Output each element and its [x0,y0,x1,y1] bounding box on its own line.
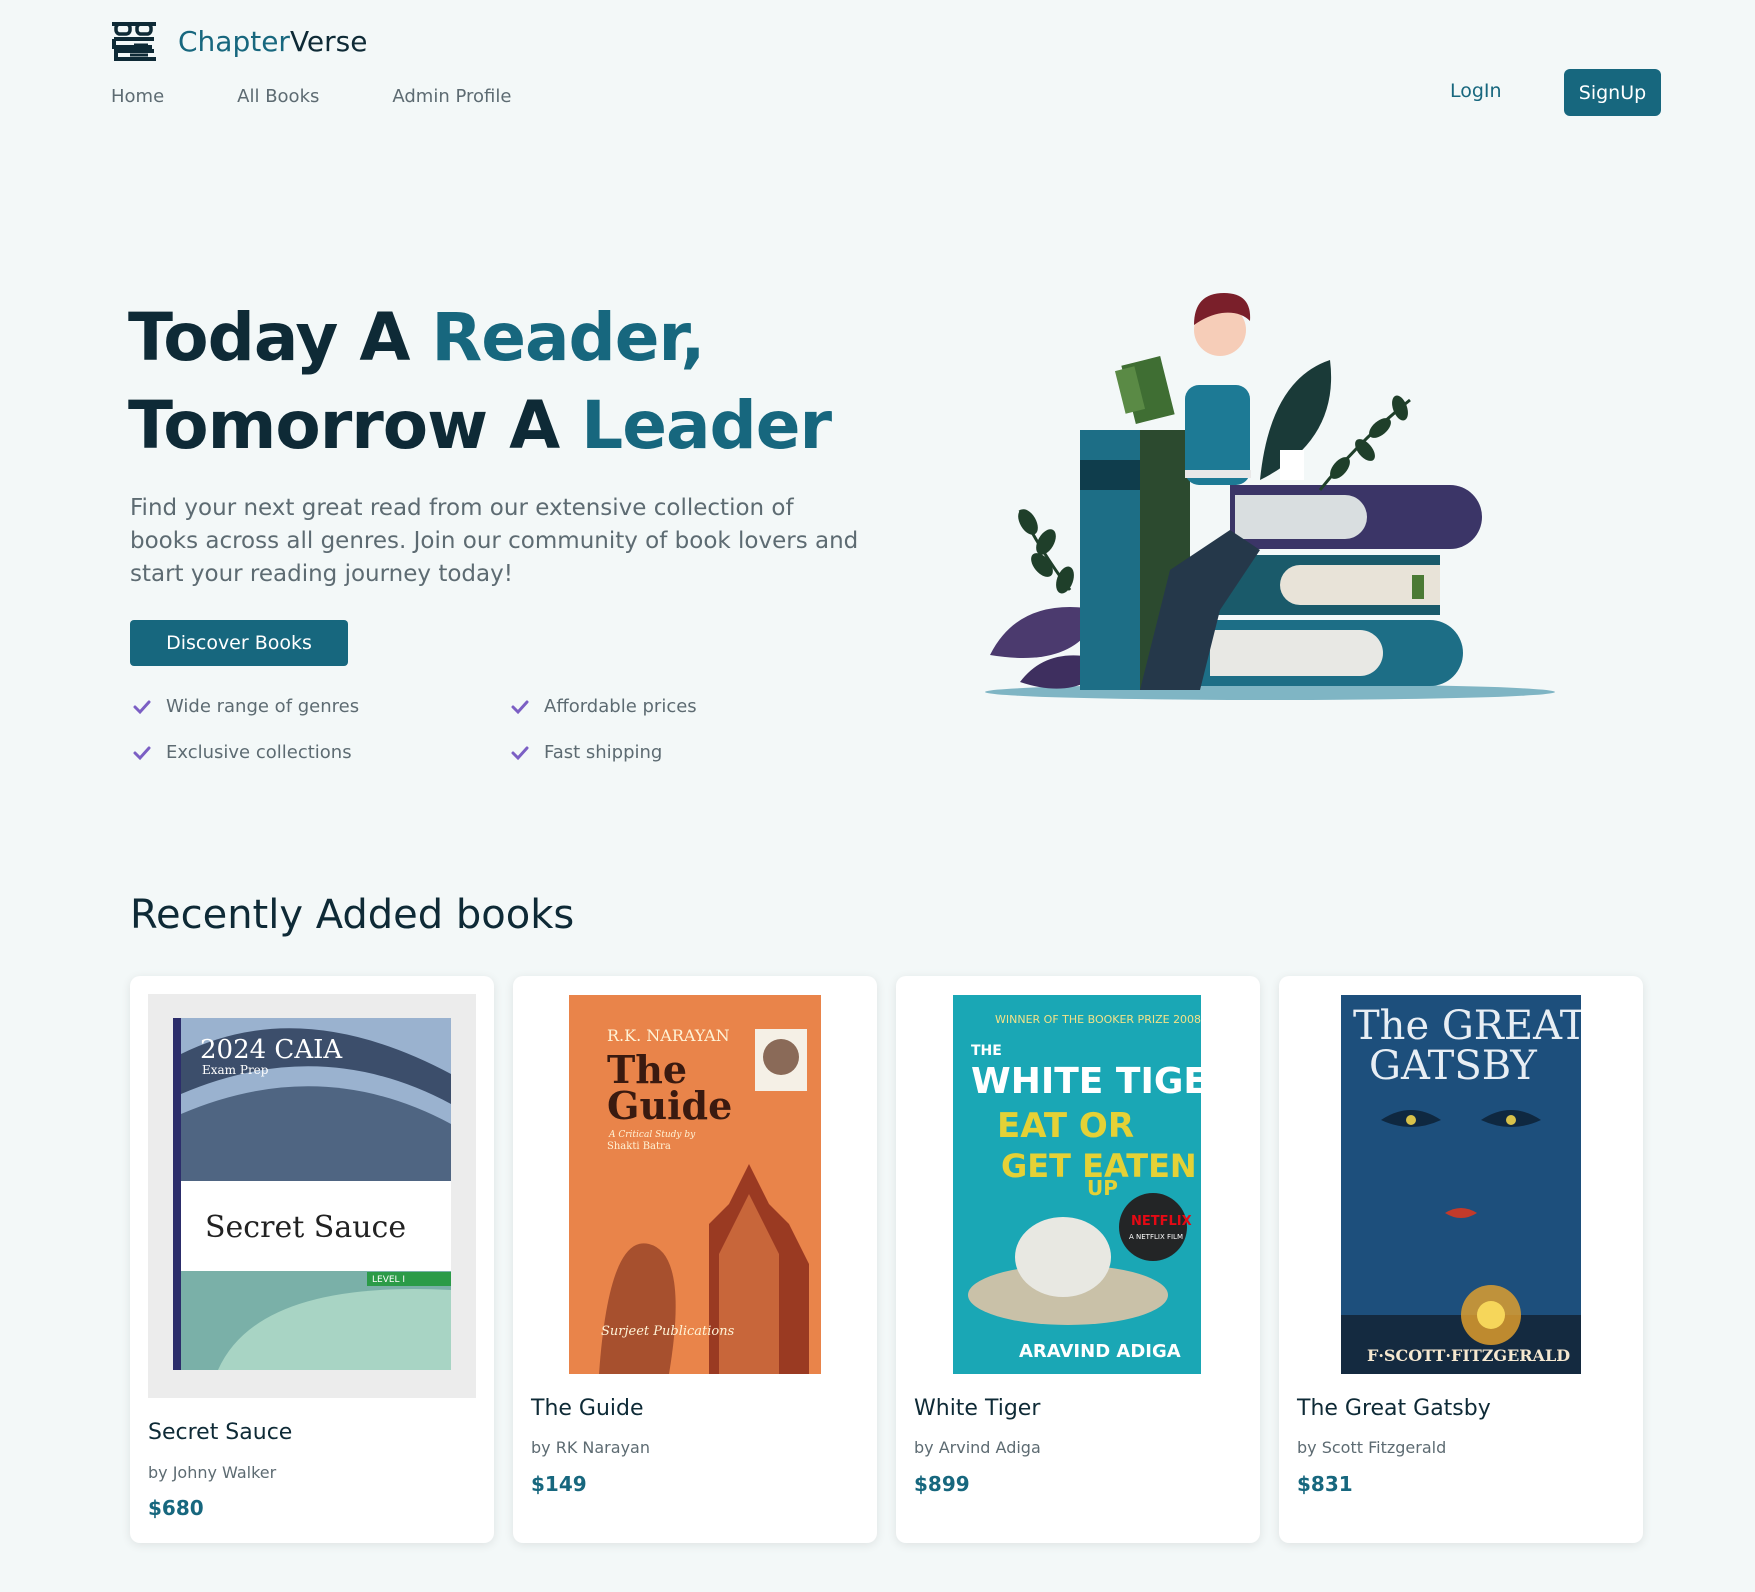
feature-item: Exclusive collections [132,742,352,763]
check-icon [511,700,529,714]
check-icon [133,700,151,714]
feature-item: Affordable prices [510,696,697,717]
check-icon [511,746,529,760]
reader-with-books-illustration [985,293,1555,700]
book-price: $680 [148,1496,204,1520]
check-icon [133,746,151,760]
book-cover: The GREAT GATSBY F·SCOTT·FITZGERALD [1341,995,1581,1374]
hero-title: Today A Reader, Tomorrow A Leader [128,299,832,464]
book-price: $149 [531,1472,587,1496]
feature-item: Wide range of genres [132,696,359,717]
svg-text:Secret Sauce: Secret Sauce [205,1210,406,1245]
book-title[interactable]: Secret Sauce [148,1420,292,1445]
book-author: by Scott Fitzgerald [1297,1438,1447,1457]
book-author: by RK Narayan [531,1438,650,1457]
svg-text:A NETFLIX FILM: A NETFLIX FILM [1129,1233,1183,1241]
svg-text:THE: THE [971,1043,1002,1059]
svg-text:Surjeet Publications: Surjeet Publications [601,1324,735,1339]
feature-item: Fast shipping [510,742,662,763]
signup-button[interactable]: SignUp [1564,69,1661,116]
svg-text:ARAVIND ADIGA: ARAVIND ADIGA [1019,1341,1181,1362]
svg-text:GATSBY: GATSBY [1369,1043,1537,1089]
discover-books-button[interactable]: Discover Books [130,620,348,666]
book-title[interactable]: The Great Gatsby [1297,1396,1491,1421]
book-cover: 2024 CAIA Exam Prep Secret Sauce LEVEL I [148,994,476,1398]
book-card-the-guide[interactable]: R.K. NARAYAN The Guide A Critical Study … [513,976,877,1543]
book-price: $899 [914,1472,970,1496]
svg-text:LEVEL I: LEVEL I [372,1275,405,1285]
book-cover: WINNER OF THE BOOKER PRIZE 2008 THE WHIT… [953,995,1201,1374]
svg-text:UP: UP [1087,1176,1118,1200]
svg-text:Exam Prep: Exam Prep [202,1063,269,1077]
nav-admin-profile[interactable]: Admin Profile [392,86,511,107]
book-author: by Arvind Adiga [914,1438,1041,1457]
hero-description: Find your next great read from our exten… [130,495,859,587]
book-title[interactable]: The Guide [531,1396,644,1421]
nav-all-books[interactable]: All Books [237,86,319,107]
svg-text:EAT OR: EAT OR [997,1106,1134,1146]
book-price: $831 [1297,1472,1353,1496]
nav-home[interactable]: Home [111,86,164,107]
svg-text:A Critical Study by: A Critical Study by [608,1130,696,1140]
svg-text:F·SCOTT·FITZGERALD: F·SCOTT·FITZGERALD [1367,1346,1570,1365]
brand-name: ChapterVerse [178,24,368,58]
svg-text:WHITE TIGER: WHITE TIGER [971,1061,1201,1102]
book-author: by Johny Walker [148,1463,277,1482]
recently-added-title: Recently Added books [130,892,575,938]
reading-glasses-books-icon [112,22,156,61]
svg-text:Guide: Guide [607,1083,732,1128]
svg-text:2024 CAIA: 2024 CAIA [200,1035,343,1065]
brand-logo[interactable]: ChapterVerse [110,20,368,62]
svg-text:R.K. NARAYAN: R.K. NARAYAN [607,1026,730,1045]
svg-text:WINNER OF THE BOOKER PRIZE 200: WINNER OF THE BOOKER PRIZE 2008 [995,1013,1201,1026]
book-card-secret-sauce[interactable]: 2024 CAIA Exam Prep Secret Sauce LEVEL I… [130,976,494,1543]
svg-text:NETFLIX: NETFLIX [1131,1214,1192,1229]
book-card-the-great-gatsby[interactable]: The GREAT GATSBY F·SCOTT·FITZGERALD The … [1279,976,1643,1543]
svg-text:Shakti Batra: Shakti Batra [607,1141,671,1152]
login-link[interactable]: LogIn [1450,80,1502,102]
book-cover: R.K. NARAYAN The Guide A Critical Study … [569,995,821,1374]
book-card-white-tiger[interactable]: WINNER OF THE BOOKER PRIZE 2008 THE WHIT… [896,976,1260,1543]
book-title[interactable]: White Tiger [914,1396,1040,1421]
main-nav: Home All Books Admin Profile [111,86,584,107]
